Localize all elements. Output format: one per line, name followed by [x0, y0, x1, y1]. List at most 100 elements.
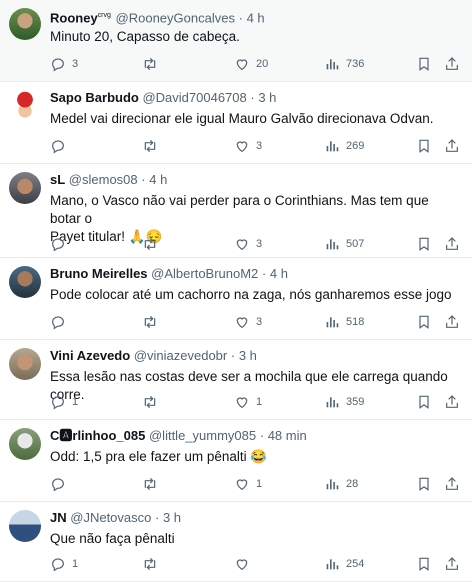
share-button[interactable] — [444, 54, 460, 74]
reply-button[interactable] — [50, 136, 72, 156]
like-button[interactable] — [234, 554, 256, 574]
timestamp[interactable]: 4 h — [149, 172, 167, 187]
reply-button[interactable] — [50, 312, 72, 332]
display-name[interactable]: C🅰rlinhoo_085 — [50, 428, 145, 443]
share-icon — [444, 394, 460, 410]
display-name[interactable]: sL — [50, 172, 65, 187]
heart-icon — [234, 476, 250, 492]
bookmark-button[interactable] — [416, 312, 432, 332]
share-button[interactable] — [444, 392, 460, 412]
tweet[interactable]: Rooneycrvg @RooneyGoncalves · 4 h Minuto … — [0, 0, 472, 82]
tweet[interactable]: Sapo Barbudo @David70046708 · 3 h Medel v… — [0, 82, 472, 164]
bookmark-button[interactable] — [416, 54, 432, 74]
timestamp[interactable]: 3 h — [163, 510, 181, 525]
user-handle[interactable]: @David70046708 — [142, 90, 246, 105]
views-icon — [324, 314, 340, 330]
like-button[interactable]: 1 — [234, 392, 262, 412]
timestamp[interactable]: 3 h — [258, 90, 276, 105]
user-handle[interactable]: @AlbertoBrunoM2 — [151, 266, 258, 281]
reply-icon — [50, 314, 66, 330]
tweet-header: Vini Azevedo @viniazevedobr · 3 h — [50, 348, 464, 364]
user-handle[interactable]: @slemos08 — [69, 172, 138, 187]
bookmark-button[interactable] — [416, 474, 432, 494]
action-bar: 1 254 — [50, 554, 458, 574]
user-handle[interactable]: @RooneyGoncalves — [116, 10, 235, 25]
share-button[interactable] — [444, 312, 460, 332]
like-button[interactable]: 20 — [234, 54, 268, 74]
display-name[interactable]: Bruno Meirelles — [50, 266, 148, 281]
views-button[interactable]: 518 — [324, 312, 364, 332]
tweet-text-line: Odd: 1,5 pra ele fazer um pênalti 😂 — [50, 449, 268, 464]
heart-icon — [234, 236, 250, 252]
bookmark-button[interactable] — [416, 392, 432, 412]
likes-count: 3 — [256, 140, 263, 152]
timestamp[interactable]: 48 min — [268, 428, 307, 443]
heart-icon — [234, 394, 250, 410]
bookmark-button[interactable] — [416, 554, 432, 574]
share-icon — [444, 476, 460, 492]
views-button[interactable]: 254 — [324, 554, 364, 574]
share-button[interactable] — [444, 554, 460, 574]
reply-button[interactable]: 3 — [50, 54, 78, 74]
views-button[interactable]: 28 — [324, 474, 358, 494]
timestamp[interactable]: 3 h — [239, 348, 257, 363]
display-name[interactable]: Sapo Barbudo — [50, 90, 139, 105]
share-button[interactable] — [444, 136, 460, 156]
retweet-icon — [142, 476, 158, 492]
tweet[interactable]: JN @JNetovasco · 3 h Que não faça pênalti… — [0, 502, 472, 582]
retweet-button[interactable] — [142, 234, 164, 254]
avatar[interactable] — [9, 510, 41, 542]
timestamp[interactable]: 4 h — [247, 10, 265, 25]
retweet-icon — [142, 314, 158, 330]
reply-button[interactable] — [50, 474, 72, 494]
retweet-button[interactable] — [142, 136, 164, 156]
retweet-button[interactable] — [142, 474, 164, 494]
retweet-button[interactable] — [142, 554, 164, 574]
separator-dot: · — [141, 172, 146, 187]
tweet[interactable]: Vini Azevedo @viniazevedobr · 3 h Essa le… — [0, 340, 472, 420]
share-button[interactable] — [444, 234, 460, 254]
bookmark-icon — [416, 394, 432, 410]
like-button[interactable]: 3 — [234, 136, 262, 156]
views-button[interactable]: 359 — [324, 392, 364, 412]
bookmark-button[interactable] — [416, 234, 432, 254]
tweet-header: sL @slemos08 · 4 h — [50, 172, 464, 188]
share-button[interactable] — [444, 474, 460, 494]
reply-button[interactable] — [50, 234, 72, 254]
views-button[interactable]: 269 — [324, 136, 364, 156]
retweet-button[interactable] — [142, 392, 164, 412]
reply-button[interactable]: 1 — [50, 392, 78, 412]
views-button[interactable]: 507 — [324, 234, 364, 254]
like-button[interactable]: 1 — [234, 474, 262, 494]
tweet[interactable]: sL @slemos08 · 4 h Mano, o Vasco não vai … — [0, 164, 472, 258]
display-name[interactable]: Rooney — [50, 10, 98, 25]
retweet-button[interactable] — [142, 312, 164, 332]
views-button[interactable]: 736 — [324, 54, 364, 74]
views-count: 254 — [346, 558, 365, 570]
replies-count: 3 — [72, 58, 79, 70]
display-name[interactable]: JN — [50, 510, 67, 525]
avatar[interactable] — [9, 348, 41, 380]
avatar[interactable] — [9, 266, 41, 298]
avatar[interactable] — [9, 90, 41, 122]
tweet[interactable]: Bruno Meirelles @AlbertoBrunoM2 · 4 h Pod… — [0, 258, 472, 340]
user-handle[interactable]: @little_yummy085 — [149, 428, 256, 443]
timestamp[interactable]: 4 h — [270, 266, 288, 281]
user-handle[interactable]: @viniazevedobr — [134, 348, 227, 363]
tweet-header: Bruno Meirelles @AlbertoBrunoM2 · 4 h — [50, 266, 464, 282]
views-count: 736 — [346, 58, 365, 70]
tweet-text: Que não faça pênalti — [50, 530, 462, 548]
user-handle[interactable]: @JNetovasco — [70, 510, 151, 525]
retweet-button[interactable] — [142, 54, 164, 74]
display-name[interactable]: Vini Azevedo — [50, 348, 130, 363]
tweet[interactable]: C🅰rlinhoo_085 @little_yummy085 · 48 min O… — [0, 420, 472, 502]
like-button[interactable]: 3 — [234, 312, 262, 332]
views-count: 28 — [346, 478, 359, 490]
avatar[interactable] — [9, 172, 41, 204]
avatar[interactable] — [9, 8, 41, 40]
like-button[interactable]: 3 — [234, 234, 262, 254]
reply-button[interactable]: 1 — [50, 554, 78, 574]
avatar[interactable] — [9, 428, 41, 460]
tweet-text: Odd: 1,5 pra ele fazer um pênalti 😂 — [50, 448, 462, 466]
bookmark-button[interactable] — [416, 136, 432, 156]
